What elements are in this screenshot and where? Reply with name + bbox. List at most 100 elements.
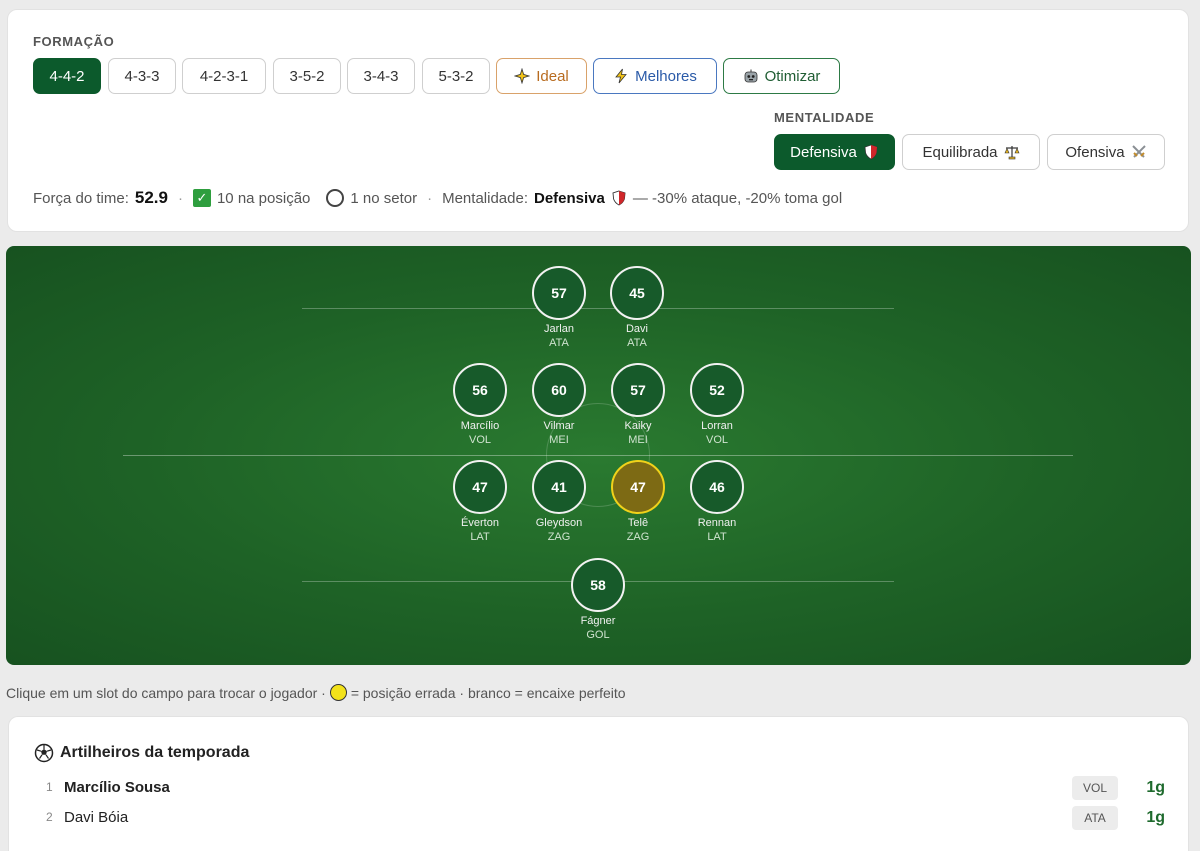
team-summary: Força do time: 52.9 · ✓ 10 na posição 1 … bbox=[33, 188, 842, 208]
scorer-goals: 1g bbox=[1146, 809, 1165, 826]
player-slot[interactable]: 56 Marcílio VOL bbox=[435, 363, 525, 447]
player-position: MEI bbox=[628, 434, 648, 446]
player-name: Vilmar bbox=[543, 420, 575, 432]
mentality-equilibrada-label: Equilibrada bbox=[922, 143, 998, 161]
scorer-goals: 1g bbox=[1146, 779, 1165, 796]
in-position-count: 10 na posição bbox=[216, 189, 311, 207]
mentality-label: MENTALIDADE bbox=[774, 110, 875, 125]
shield-icon bbox=[612, 190, 626, 206]
shield-icon bbox=[864, 144, 878, 160]
player-slot[interactable]: 52 Lorran VOL bbox=[672, 363, 762, 447]
checkmark-icon: ✓ bbox=[192, 189, 211, 207]
mentality-summary-label: Mentalidade: bbox=[442, 189, 528, 207]
player-position: GOL bbox=[586, 629, 610, 641]
ideal-button[interactable]: Ideal bbox=[496, 58, 587, 94]
player-rating: 52 bbox=[690, 363, 744, 417]
player-slot[interactable]: 45 Davi ATA bbox=[592, 266, 682, 350]
formation-4-2-3-1-button[interactable]: 4-2-3-1 bbox=[182, 58, 266, 94]
formation-label: FORMAÇÃO bbox=[33, 34, 115, 49]
player-slot-wrong-position[interactable]: 47 Telê ZAG bbox=[593, 460, 683, 544]
pitch-legend: Clique em um slot do campo para trocar o… bbox=[6, 684, 626, 701]
scorer-rank: 2 bbox=[46, 810, 53, 824]
otimizar-label: Otimizar bbox=[764, 67, 821, 85]
ideal-label: Ideal bbox=[536, 67, 569, 85]
player-name: Telê bbox=[627, 517, 649, 529]
legend-description: = posição errada · branco = encaixe perf… bbox=[350, 684, 626, 701]
player-name: Marcílio bbox=[460, 420, 500, 432]
formation-3-4-3-button[interactable]: 3-4-3 bbox=[347, 58, 415, 94]
formation-3-5-2-button[interactable]: 3-5-2 bbox=[273, 58, 341, 94]
player-rating: 46 bbox=[690, 460, 744, 514]
player-position: LAT bbox=[707, 531, 727, 543]
player-name: Gleydson bbox=[535, 517, 583, 529]
mentality-defensiva-button[interactable]: Defensiva bbox=[774, 134, 895, 170]
player-position: VOL bbox=[705, 434, 728, 446]
formation-4-4-2-button[interactable]: 4-4-2 bbox=[33, 58, 101, 94]
player-name: Éverton bbox=[461, 517, 499, 529]
player-rating: 45 bbox=[610, 266, 664, 320]
scorer-name: Marcílio Sousa bbox=[64, 779, 170, 796]
robot-icon bbox=[744, 69, 757, 83]
player-position: ATA bbox=[549, 337, 569, 349]
player-position: ATA bbox=[627, 337, 647, 349]
player-rating: 41 bbox=[532, 460, 586, 514]
player-slot-goalkeeper[interactable]: 58 Fágner GOL bbox=[553, 558, 643, 642]
yellow-dot-icon bbox=[329, 684, 347, 701]
player-rating: 56 bbox=[453, 363, 507, 417]
strength-value: 52.9 bbox=[134, 188, 168, 207]
mentality-ofensiva-label: Ofensiva bbox=[1065, 143, 1125, 161]
player-name: Jarlan bbox=[544, 323, 574, 335]
player-slot[interactable]: 57 Jarlan ATA bbox=[514, 266, 604, 350]
player-rating: 57 bbox=[611, 363, 665, 417]
in-sector-count: 1 no setor bbox=[350, 189, 418, 207]
lightning-icon bbox=[615, 68, 627, 84]
mentality-summary-value: Defensiva bbox=[534, 189, 605, 207]
top-scorers-card: Artilheiros da temporada 1 Marcílio Sous… bbox=[8, 716, 1189, 851]
scorer-row[interactable]: 1 Marcílio Sousa VOL 1g bbox=[34, 776, 1169, 802]
player-rating: 47 bbox=[611, 460, 665, 514]
legend-instruction: Clique em um slot do campo para trocar o… bbox=[6, 684, 326, 701]
mentality-equilibrada-button[interactable]: Equilibrada bbox=[902, 134, 1040, 170]
player-name: Lorran bbox=[701, 420, 733, 432]
strength-label: Força do time: bbox=[33, 189, 129, 207]
player-rating: 60 bbox=[532, 363, 586, 417]
scorer-rank: 1 bbox=[46, 780, 53, 794]
player-position: ZAG bbox=[626, 531, 650, 543]
mentality-ofensiva-button[interactable]: Ofensiva bbox=[1047, 134, 1165, 170]
formation-5-3-2-button[interactable]: 5-3-2 bbox=[422, 58, 490, 94]
separator: · bbox=[177, 189, 183, 207]
scorer-row[interactable]: 2 Davi Bóia ATA 1g bbox=[34, 806, 1169, 832]
player-position: VOL bbox=[468, 434, 491, 446]
crossed-swords-icon bbox=[1131, 145, 1146, 158]
soccer-ball-icon bbox=[34, 743, 54, 763]
formation-4-3-3-button[interactable]: 4-3-3 bbox=[108, 58, 176, 94]
player-name: Kaiky bbox=[624, 420, 652, 432]
top-scorers-title-text: Artilheiros da temporada bbox=[60, 744, 250, 761]
circle-icon bbox=[326, 189, 345, 207]
player-position: MEI bbox=[549, 434, 569, 446]
player-name: Rennan bbox=[697, 517, 737, 529]
balance-scale-icon bbox=[1004, 146, 1019, 160]
pitch: 57 Jarlan ATA 45 Davi ATA 56 Marcílio VO… bbox=[6, 246, 1191, 665]
player-slot[interactable]: 60 Vilmar MEI bbox=[514, 363, 604, 447]
lineup-controls-card: FORMAÇÃO 4-4-2 4-3-3 4-2-3-1 3-5-2 3-4-3… bbox=[7, 9, 1189, 232]
mentality-effect: — -30% ataque, -20% toma gol bbox=[632, 189, 843, 207]
player-rating: 57 bbox=[532, 266, 586, 320]
scorer-name: Davi Bóia bbox=[64, 809, 129, 826]
scorer-position-badge: VOL bbox=[1072, 776, 1118, 800]
scorer-position-badge: ATA bbox=[1072, 806, 1118, 830]
player-slot[interactable]: 41 Gleydson ZAG bbox=[514, 460, 604, 544]
player-rating: 58 bbox=[571, 558, 625, 612]
mentality-defensiva-label: Defensiva bbox=[790, 143, 857, 161]
player-slot[interactable]: 57 Kaiky MEI bbox=[593, 363, 683, 447]
melhores-button[interactable]: Melhores bbox=[593, 58, 717, 94]
otimizar-button[interactable]: Otimizar bbox=[723, 58, 840, 94]
player-slot[interactable]: 47 Éverton LAT bbox=[435, 460, 525, 544]
separator: · bbox=[427, 189, 433, 207]
top-scorers-title: Artilheiros da temporada bbox=[34, 743, 249, 763]
player-position: LAT bbox=[470, 531, 490, 543]
melhores-label: Melhores bbox=[635, 67, 697, 85]
player-slot[interactable]: 46 Rennan LAT bbox=[672, 460, 762, 544]
player-name: Davi bbox=[625, 323, 648, 335]
player-position: ZAG bbox=[547, 531, 571, 543]
